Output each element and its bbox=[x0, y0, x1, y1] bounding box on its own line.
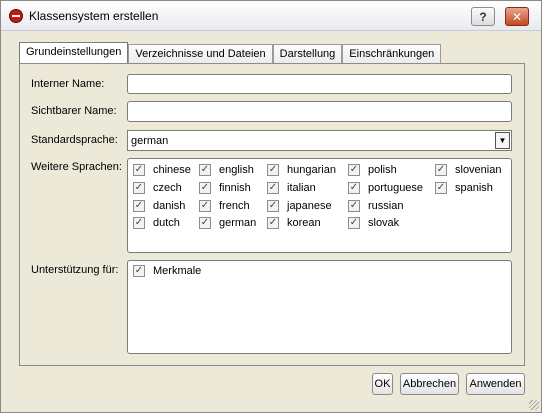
tab-verzeichnisse-und-dateien[interactable]: Verzeichnisse und Dateien bbox=[128, 44, 273, 63]
internal-name-input[interactable] bbox=[127, 74, 512, 94]
close-button[interactable]: ✕ bbox=[505, 7, 529, 26]
checkmark-icon: ✓ bbox=[133, 182, 145, 194]
checkmark-icon: ✓ bbox=[435, 164, 447, 176]
apply-button[interactable]: Anwenden bbox=[466, 373, 525, 395]
app-logo-icon bbox=[9, 9, 23, 23]
checkbox-german[interactable]: ✓ german bbox=[199, 216, 256, 230]
checkmark-icon: ✓ bbox=[348, 182, 360, 194]
standard-language-select[interactable]: german ▼ bbox=[127, 130, 512, 151]
checkmark-icon: ✓ bbox=[199, 164, 211, 176]
checkmark-icon: ✓ bbox=[435, 182, 447, 194]
checkmark-icon: ✓ bbox=[267, 217, 279, 229]
visible-name-input[interactable] bbox=[127, 101, 512, 122]
dialog-window: Klassensystem erstellen ? ✕ Grundeinstel… bbox=[0, 0, 542, 413]
more-languages-label: Weitere Sprachen: bbox=[31, 161, 122, 173]
window-title: Klassensystem erstellen bbox=[29, 9, 159, 23]
support-label: Unterstützung für: bbox=[31, 264, 119, 276]
checkbox-english[interactable]: ✓ english bbox=[199, 163, 254, 177]
checkbox-korean[interactable]: ✓ korean bbox=[267, 216, 321, 230]
checkbox-czech[interactable]: ✓ czech bbox=[133, 181, 182, 195]
checkmark-icon: ✓ bbox=[133, 164, 145, 176]
checkbox-polish[interactable]: ✓ polish bbox=[348, 163, 397, 177]
checkmark-icon: ✓ bbox=[199, 217, 211, 229]
tab-bar: Grundeinstellungen Verzeichnisse und Dat… bbox=[19, 42, 442, 63]
ok-button[interactable]: OK bbox=[372, 373, 393, 395]
tab-einschraenkungen[interactable]: Einschränkungen bbox=[342, 44, 442, 63]
checkbox-merkmale[interactable]: ✓ Merkmale bbox=[133, 264, 201, 278]
checkmark-icon: ✓ bbox=[348, 200, 360, 212]
tab-grundeinstellungen[interactable]: Grundeinstellungen bbox=[19, 42, 129, 63]
checkmark-icon: ✓ bbox=[348, 164, 360, 176]
checkbox-slovenian[interactable]: ✓ slovenian bbox=[435, 163, 501, 177]
checkmark-icon: ✓ bbox=[267, 164, 279, 176]
checkmark-icon: ✓ bbox=[267, 200, 279, 212]
checkmark-icon: ✓ bbox=[267, 182, 279, 194]
checkmark-icon: ✓ bbox=[348, 217, 360, 229]
cancel-button[interactable]: Abbrechen bbox=[400, 373, 459, 395]
checkbox-dutch[interactable]: ✓ dutch bbox=[133, 216, 180, 230]
languages-group: ✓ chinese ✓ english ✓ hungarian ✓ polish ✓ sl… bbox=[127, 158, 512, 253]
checkmark-icon: ✓ bbox=[199, 182, 211, 194]
checkbox-japanese[interactable]: ✓ japanese bbox=[267, 199, 332, 213]
help-button[interactable]: ? bbox=[471, 7, 495, 26]
title-bar[interactable]: Klassensystem erstellen ? ✕ bbox=[1, 1, 541, 31]
standard-language-label: Standardsprache: bbox=[31, 134, 118, 146]
visible-name-label: Sichtbarer Name: bbox=[31, 105, 117, 117]
support-group: ✓ Merkmale bbox=[127, 260, 512, 354]
checkbox-hungarian[interactable]: ✓ hungarian bbox=[267, 163, 336, 177]
checkbox-french[interactable]: ✓ french bbox=[199, 199, 250, 213]
checkbox-spanish[interactable]: ✓ spanish bbox=[435, 181, 493, 195]
checkmark-icon: ✓ bbox=[133, 217, 145, 229]
checkmark-icon: ✓ bbox=[133, 200, 145, 212]
checkbox-danish[interactable]: ✓ danish bbox=[133, 199, 185, 213]
checkbox-italian[interactable]: ✓ italian bbox=[267, 181, 316, 195]
checkbox-slovak[interactable]: ✓ slovak bbox=[348, 216, 399, 230]
checkmark-icon: ✓ bbox=[133, 265, 145, 277]
checkbox-finnish[interactable]: ✓ finnish bbox=[199, 181, 251, 195]
internal-name-label: Interner Name: bbox=[31, 78, 105, 90]
chevron-down-icon[interactable]: ▼ bbox=[495, 132, 510, 149]
checkmark-icon: ✓ bbox=[199, 200, 211, 212]
checkbox-russian[interactable]: ✓ russian bbox=[348, 199, 403, 213]
checkbox-chinese[interactable]: ✓ chinese bbox=[133, 163, 191, 177]
resize-grip-icon[interactable] bbox=[529, 400, 539, 410]
checkbox-portuguese[interactable]: ✓ portuguese bbox=[348, 181, 423, 195]
tab-darstellung[interactable]: Darstellung bbox=[272, 44, 343, 63]
standard-language-value: german bbox=[131, 135, 169, 147]
